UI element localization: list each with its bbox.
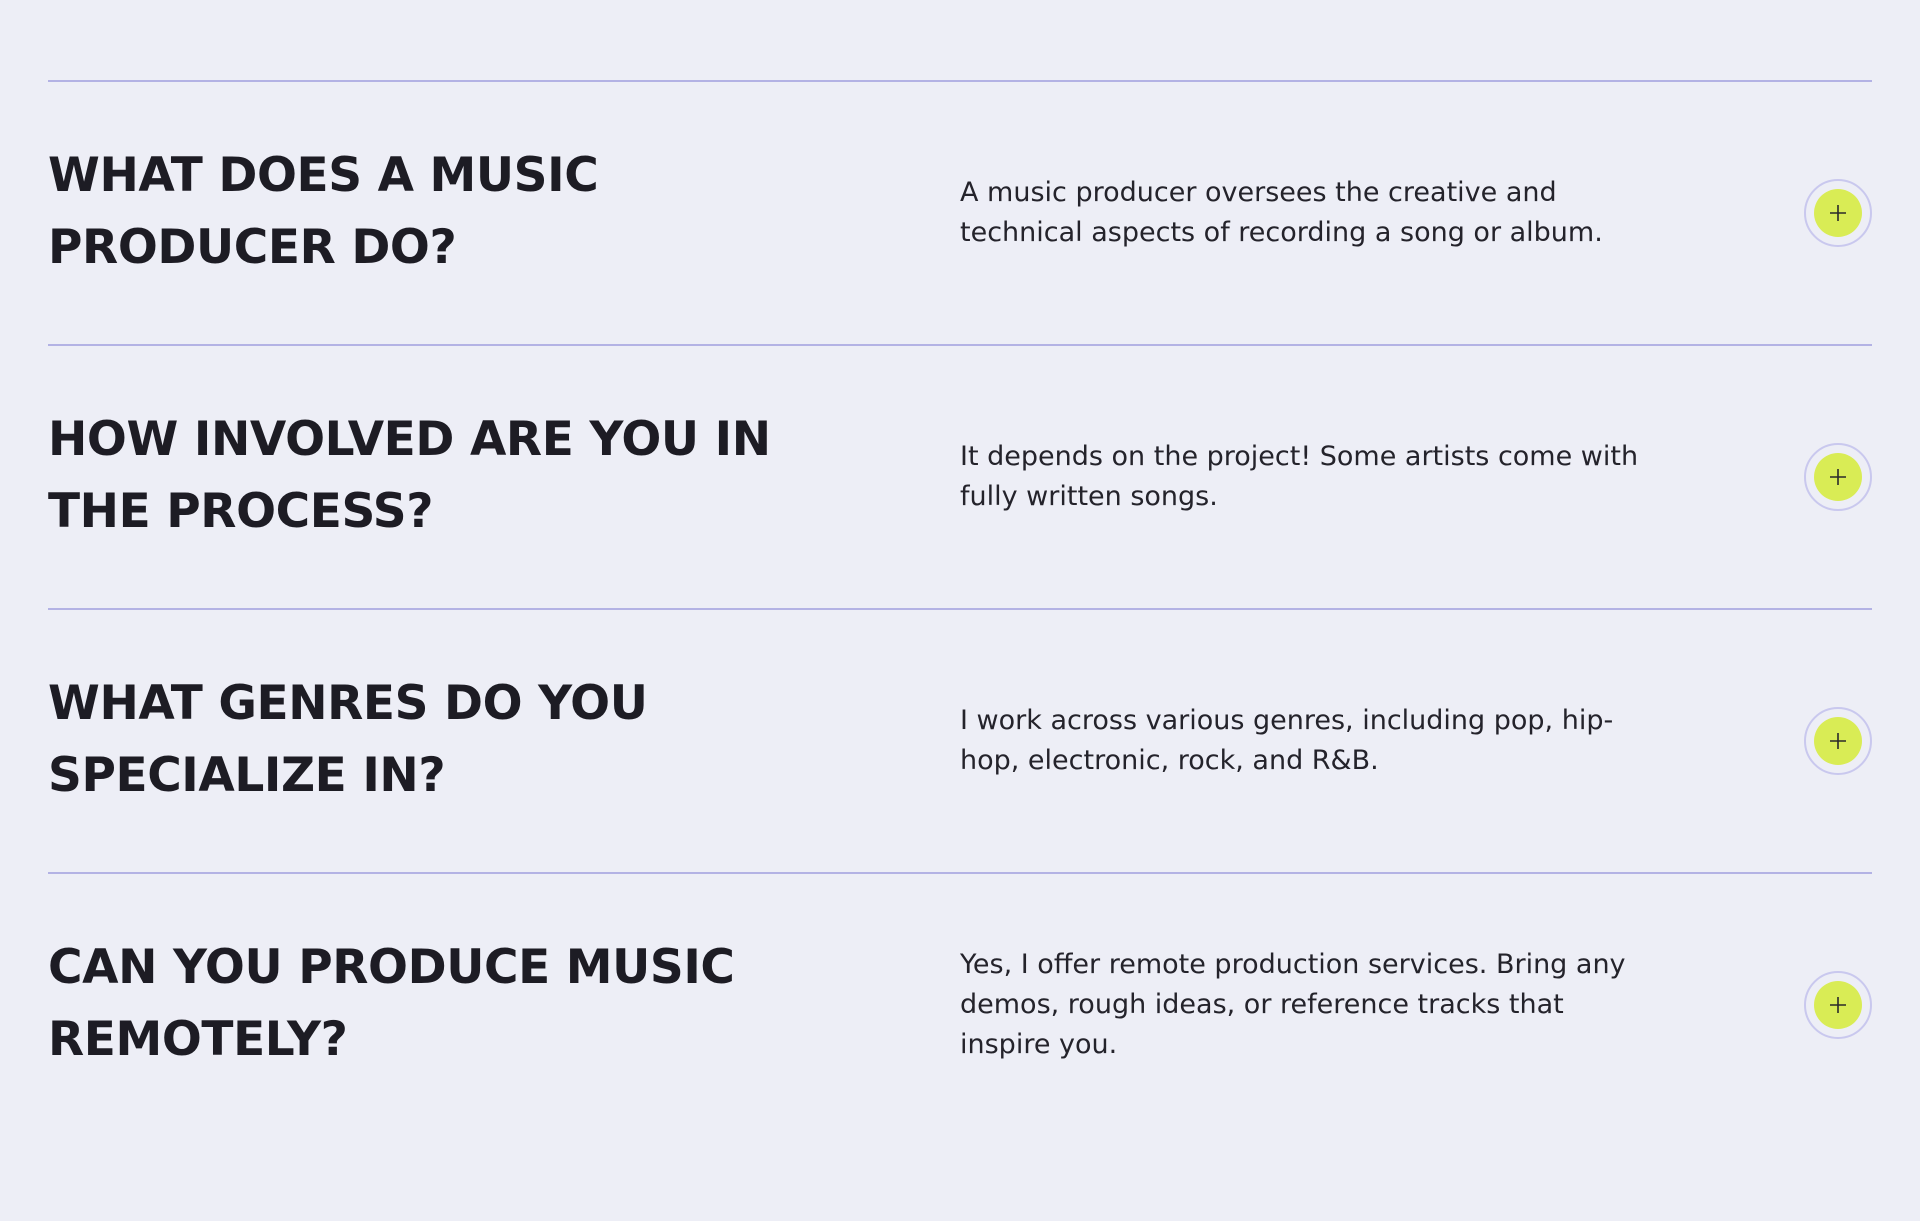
plus-icon (1830, 733, 1846, 749)
faq-toggle-button[interactable] (1804, 443, 1872, 511)
faq-answer: It depends on the project! Some artists … (960, 441, 1639, 512)
faq-question[interactable]: What genres do you specialize in? (48, 668, 888, 812)
faq-answer: Yes, I offer remote production services.… (960, 949, 1626, 1060)
faq-item[interactable]: How involved are you in the process? It … (48, 344, 1872, 608)
plus-icon (1830, 469, 1846, 485)
faq-list: What does a music producer do? A music p… (48, 80, 1872, 1136)
plus-icon (1830, 205, 1846, 221)
faq-answer: A music producer oversees the creative a… (960, 177, 1603, 248)
plus-icon (1830, 997, 1846, 1013)
faq-question[interactable]: Can you produce music remotely? (48, 932, 888, 1076)
faq-question[interactable]: What does a music producer do? (48, 140, 888, 284)
faq-toggle-button[interactable] (1804, 971, 1872, 1039)
faq-item[interactable]: What does a music producer do? A music p… (48, 80, 1872, 344)
faq-toggle-circle (1814, 189, 1862, 237)
faq-item[interactable]: Can you produce music remotely? Yes, I o… (48, 872, 1872, 1136)
faq-toggle-button[interactable] (1804, 179, 1872, 247)
faq-question[interactable]: How involved are you in the process? (48, 404, 888, 548)
faq-item[interactable]: What genres do you specialize in? I work… (48, 608, 1872, 872)
faq-toggle-circle (1814, 717, 1862, 765)
faq-answer: I work across various genres, including … (960, 705, 1614, 776)
faq-toggle-button[interactable] (1804, 707, 1872, 775)
faq-toggle-circle (1814, 981, 1862, 1029)
faq-toggle-circle (1814, 453, 1862, 501)
